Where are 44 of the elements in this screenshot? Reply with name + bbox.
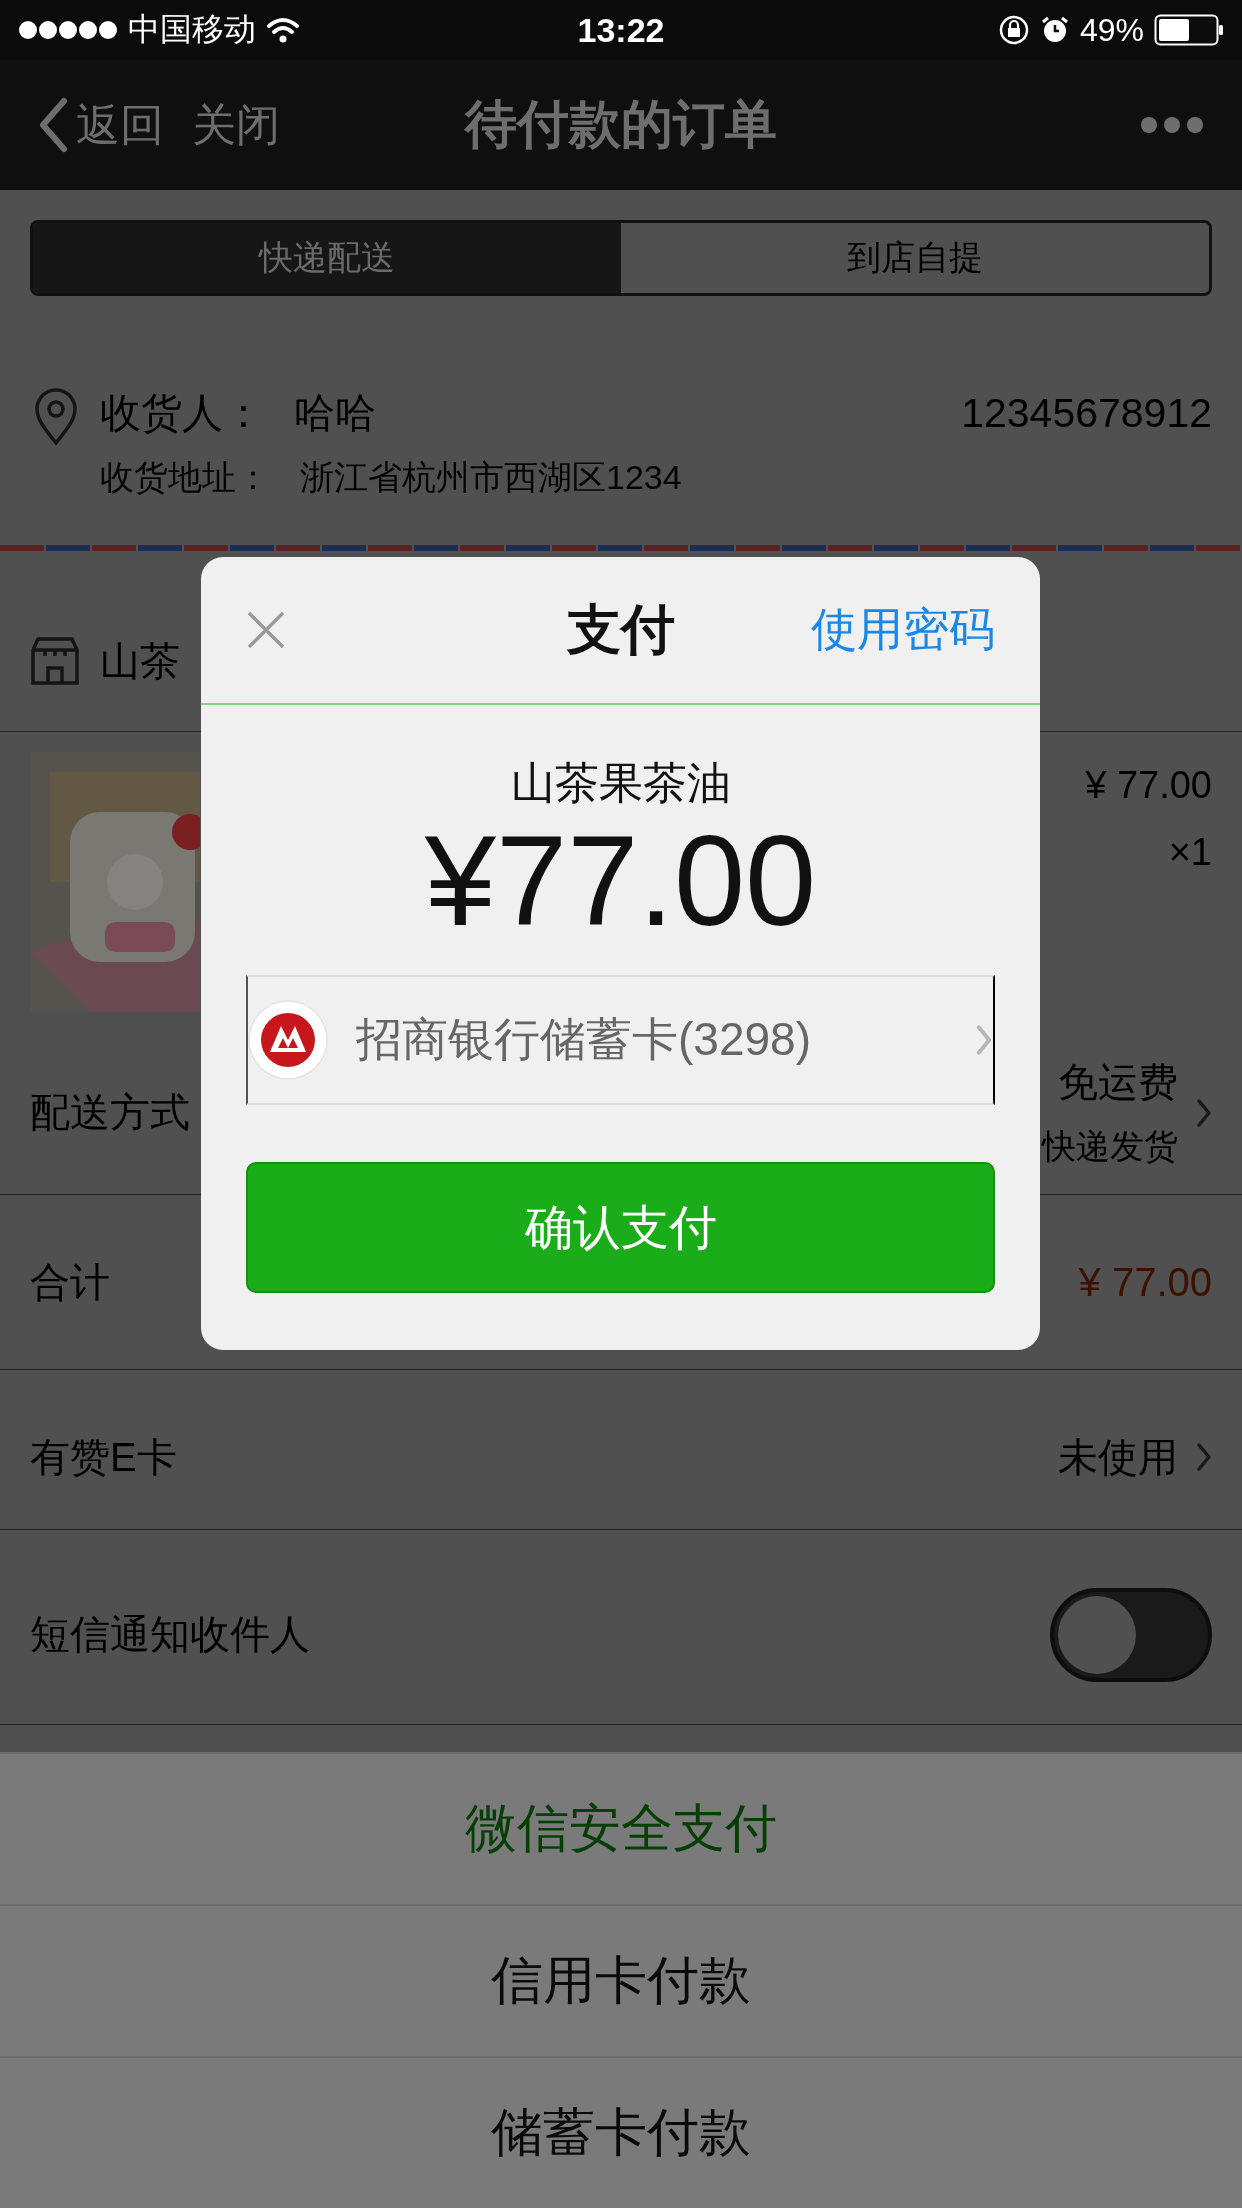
wifi-icon — [266, 17, 300, 43]
back-chevron-icon — [38, 97, 68, 153]
close-icon[interactable] — [246, 610, 286, 650]
battery-icon — [1154, 14, 1224, 46]
row-label: 配送方式 — [30, 1089, 190, 1136]
alarm-icon — [1039, 15, 1070, 45]
delivery-tab[interactable]: 快递配送 — [33, 223, 621, 293]
page-title: 待付款的订单 — [465, 94, 777, 155]
shop-name: 山茶 — [100, 637, 180, 685]
dialog-title: 支付 — [566, 597, 675, 661]
battery-percent: 49% — [1079, 11, 1144, 49]
back-button[interactable]: 返回 — [38, 95, 164, 155]
chevron-right-icon — [975, 1024, 993, 1056]
location-pin-icon — [34, 388, 78, 446]
signal-icon — [18, 20, 118, 40]
chevron-right-icon[interactable] — [1196, 1097, 1212, 1128]
close-button[interactable]: 关闭 — [192, 95, 280, 155]
carrier-name: 中国移动 — [128, 10, 256, 49]
confirm-pay-button[interactable]: 确认支付 — [246, 1162, 995, 1293]
rotation-lock-icon — [997, 14, 1030, 46]
product-name: 山茶果茶油 — [509, 757, 732, 809]
row-label: 有赞E卡 — [30, 1433, 177, 1481]
quantity: ×1 — [1168, 831, 1212, 874]
store-icon — [30, 636, 80, 686]
payment-amount: ¥77.00 — [423, 811, 818, 951]
shipping-method: 快递发货 — [1042, 1126, 1178, 1167]
row-label: 合计 — [30, 1258, 110, 1306]
recipient-label: 收货人： — [100, 389, 264, 438]
clock-time: 13:22 — [577, 10, 665, 50]
unit-price: ¥ 77.00 — [1085, 764, 1212, 807]
bank-logo-icon — [248, 1000, 328, 1080]
phone-number: 12345678912 — [961, 390, 1212, 437]
recipient-name: 哈哈 — [294, 389, 376, 438]
address-label: 收货地址： — [100, 457, 270, 498]
total-price: ¥ 77.00 — [1078, 1259, 1212, 1305]
card-selector[interactable]: 招商银行储蓄卡(3298) — [246, 975, 995, 1105]
chevron-right-icon[interactable] — [1196, 1442, 1212, 1472]
address-text: 浙江省杭州市西湖区1234 — [300, 457, 682, 498]
row-value: 未使用 — [1058, 1433, 1178, 1481]
use-password-link[interactable]: 使用密码 — [811, 599, 995, 661]
row-label: 短信通知收件人 — [30, 1611, 310, 1658]
card-name: 招商银行储蓄卡(3298) — [356, 1012, 812, 1067]
more-icon[interactable] — [1140, 116, 1204, 134]
shipping-fee: 免运费 — [1058, 1059, 1178, 1106]
